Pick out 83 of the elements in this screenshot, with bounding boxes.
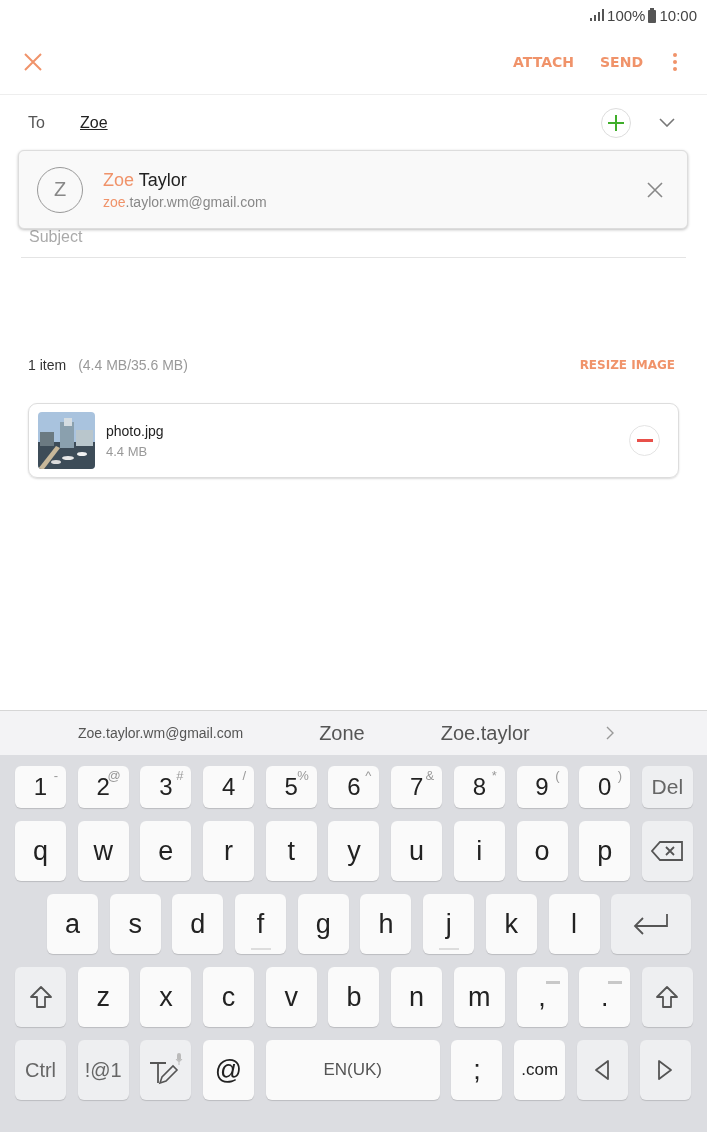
enter-icon [632,912,671,936]
keyboard-key[interactable]: j [423,894,475,954]
keyboard-key[interactable]: h [360,894,412,954]
recipient-input[interactable]: Zoe [80,113,108,132]
keyboard-key[interactable]: v [265,967,317,1027]
backspace-key[interactable] [641,821,693,881]
close-icon [24,53,42,71]
right-arrow-icon [657,1059,673,1081]
contact-suggestion-menu[interactable]: Z Zoe Taylor zoe.taylor.wm@gmail.com [18,150,688,229]
keyboard-key[interactable]: 9 ( [516,766,568,808]
attachment-card[interactable]: photo.jpg 4.4 MB [28,403,679,478]
shift-icon [28,985,53,1009]
keyboard-key[interactable]: x [140,967,192,1027]
keyboard-key[interactable]: 6 ^ [328,766,380,808]
keyboard-key[interactable]: , [516,967,568,1027]
handwriting-key[interactable] [140,1040,192,1100]
word-suggestion[interactable]: Zoe.taylor.wm@gmail.com [78,725,244,741]
word-suggestion[interactable]: Zoe.taylor [440,721,530,745]
to-label: To [28,113,46,132]
keyboard-key[interactable]: i [453,821,505,881]
keyboard-key[interactable]: 7& [391,766,443,808]
right-key[interactable] [639,1040,691,1100]
keyboard-key[interactable]: s [109,894,161,954]
keyboard-key[interactable]: 8 * [453,766,505,808]
keyboard-key[interactable]: @ [203,1040,255,1100]
keyboard-key[interactable]: Ctrl [15,1040,66,1100]
file-name: photo.jpg [106,422,164,439]
keyboard-key[interactable]: q [15,821,66,881]
keyboard-key[interactable]: a [47,894,98,954]
subject-field[interactable]: Subject [21,230,686,258]
keyboard-key[interactable]: k [485,894,537,954]
keyboard-key[interactable]: n [391,967,443,1027]
contact-name: Zoe Taylor [103,169,188,191]
keyboard-key[interactable]: 2@ [77,766,129,808]
space-key[interactable]: EN(UK) [265,1040,440,1100]
keyboard-key[interactable]: b [328,967,380,1027]
keyboard-key[interactable]: w [77,821,129,881]
keyboard-key[interactable]: r [203,821,255,881]
keyboard-key[interactable]: 0 ) [579,766,631,808]
more-icon [673,53,677,71]
shift-icon [655,985,680,1009]
keyboard-key[interactable]: .com [514,1040,566,1100]
chevron-right-icon [605,726,614,740]
battery-percent: 100% [607,6,646,24]
shift-key[interactable] [641,967,693,1027]
keyboard-key[interactable]: d [172,894,224,954]
keyboard-key[interactable]: e [140,821,192,881]
keyboard-key[interactable]: Del [641,766,693,808]
left-arrow-icon [594,1059,611,1081]
clock-time: 10:00 [659,6,697,24]
keyboard-key[interactable]: 5% [265,766,317,808]
shift-key[interactable] [15,967,66,1027]
backspace-icon [651,841,684,861]
plus-icon [608,114,624,131]
keyboard-key[interactable]: m [453,967,505,1027]
keyboard-key[interactable]: p [579,821,631,881]
keyboard-key[interactable]: . [579,967,631,1027]
signal-icon [590,9,605,21]
keyboard-key[interactable]: f [235,894,287,954]
contact-email: zoe.taylor.wm@gmail.com [103,193,268,210]
left-key[interactable] [576,1040,628,1100]
battery-icon [648,7,657,23]
close-icon [647,181,663,198]
keyboard-key[interactable]: l [548,894,600,954]
keyboard-key[interactable]: 3# [140,766,192,808]
minus-icon [636,439,653,442]
keyboard-key[interactable]: o [516,821,568,881]
keyboard-key[interactable]: t [265,821,317,881]
keyboard-key[interactable]: y [328,821,380,881]
keyboard-key[interactable]: !@1 [77,1040,129,1100]
attachment-total-size: (4.4 MB/35.6 MB) [78,357,188,373]
keyboard-key[interactable]: 4 / [203,766,255,808]
enter-key[interactable] [611,894,692,954]
attachment-count: 1 item [28,357,67,373]
keyboard-key[interactable]: 1 - [15,766,66,808]
word-suggestion[interactable]: Zone [319,721,365,745]
keyboard-key[interactable]: z [77,967,129,1027]
keyboard-key[interactable]: g [297,894,349,954]
keyboard-key[interactable]: ; [451,1040,503,1100]
keyboard-key[interactable]: u [391,821,443,881]
chevron-down-icon [659,118,675,127]
file-size: 4.4 MB [106,443,149,459]
keyboard-key[interactable]: c [203,967,255,1027]
